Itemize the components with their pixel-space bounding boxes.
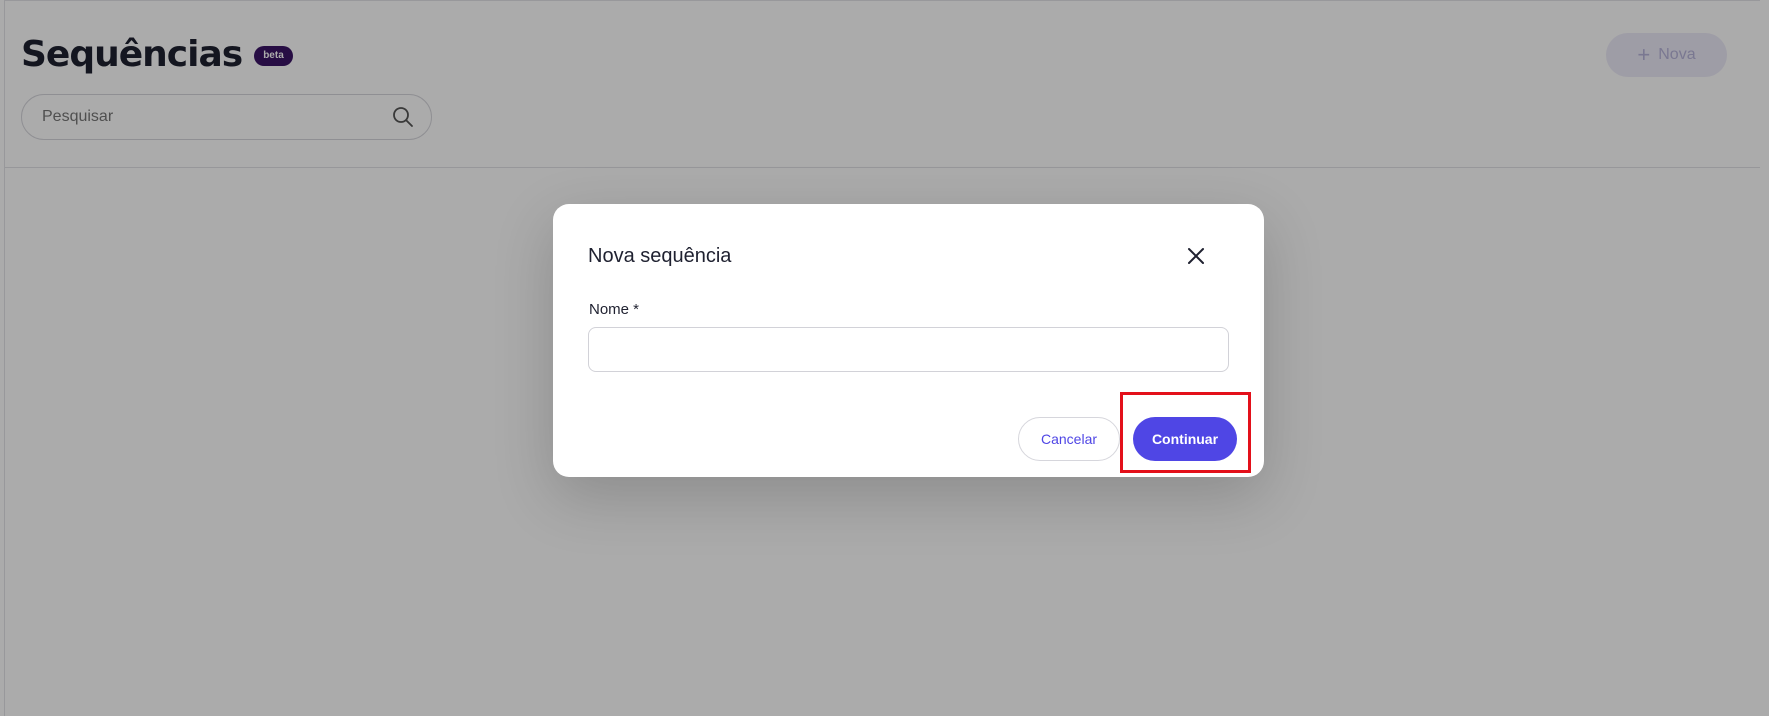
close-icon xyxy=(1188,248,1204,264)
cancel-button[interactable]: Cancelar xyxy=(1018,417,1120,461)
close-button[interactable] xyxy=(1180,240,1212,272)
name-field[interactable] xyxy=(588,327,1229,372)
continue-button[interactable]: Continuar xyxy=(1133,417,1237,461)
new-sequence-dialog: Nova sequência Nome * Cancelar Continuar xyxy=(553,204,1264,477)
name-field-label: Nome * xyxy=(589,301,640,318)
dialog-title: Nova sequência xyxy=(588,245,732,267)
